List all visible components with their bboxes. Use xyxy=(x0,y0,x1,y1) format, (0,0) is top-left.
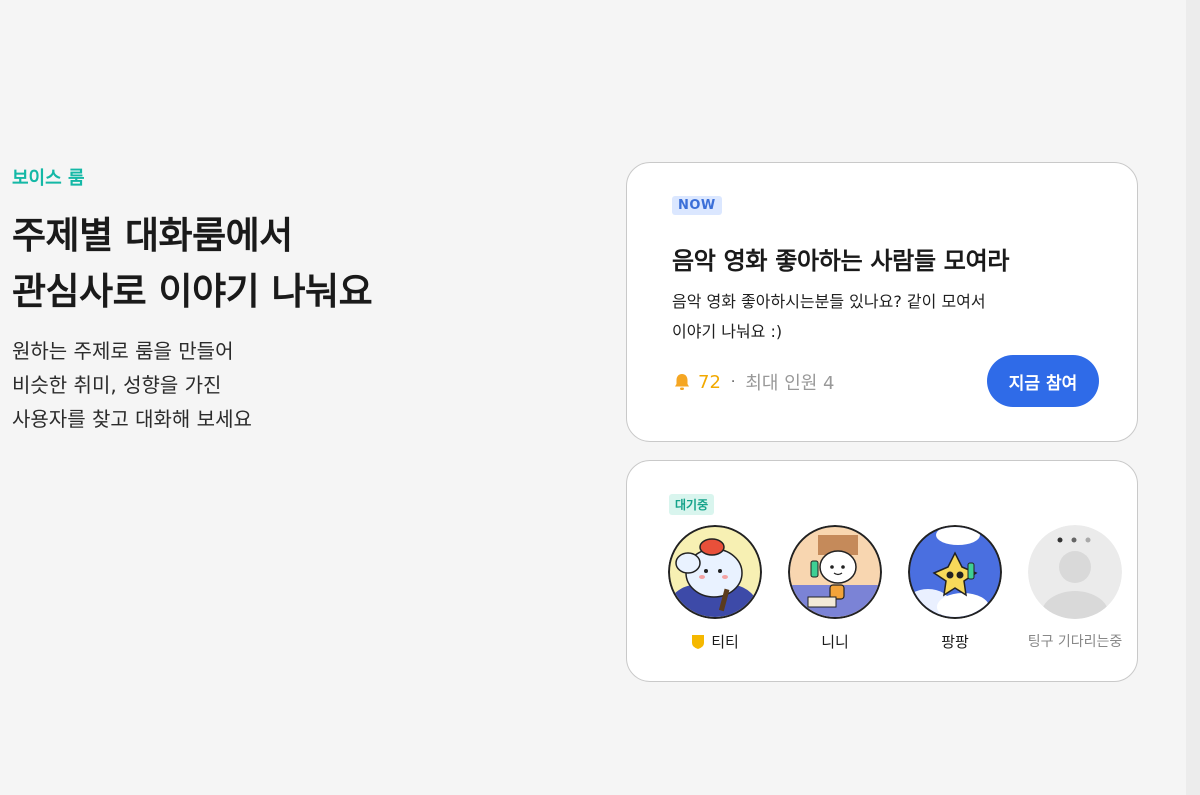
desc-line-3: 사용자를 찾고 대화해 보세요 xyxy=(12,407,252,431)
now-badge: NOW xyxy=(672,196,722,215)
waiting-user[interactable]: 니니 xyxy=(775,525,895,652)
listener-count: 72 xyxy=(698,371,721,393)
desc-line-1: 원하는 주제로 룸을 만들어 xyxy=(12,339,234,363)
bell-icon xyxy=(675,374,689,390)
host-shield-icon xyxy=(692,634,705,649)
avatar-nini xyxy=(788,525,882,619)
avatar-pangpang xyxy=(908,525,1002,619)
hero-section: 보이스 룸 주제별 대화룸에서 관심사로 이야기 나눠요 원하는 주제로 룸을 … xyxy=(12,166,532,436)
room-description: 음악 영화 좋아하시는분들 있나요? 같이 모여서 이야기 나눠요 :) xyxy=(672,287,1052,347)
room-title: 음악 영화 좋아하는 사람들 모여라 xyxy=(672,247,1010,275)
user-name-row: 티티 xyxy=(655,631,775,652)
room-desc-line-1: 음악 영화 좋아하시는분들 있나요? 같이 모여서 xyxy=(672,292,986,311)
user-name-row: 팅구 기다리는중 xyxy=(1015,631,1135,651)
user-name-row: 팡팡 xyxy=(895,631,1015,652)
section-eyebrow: 보이스 룸 xyxy=(12,168,85,189)
max-capacity: 최대 인원 4 xyxy=(745,373,835,394)
user-name-row: 니니 xyxy=(775,631,895,652)
hero-description: 원하는 주제로 룸을 만들어 비슷한 취미, 성향을 가진 사용자를 찾고 대화… xyxy=(12,334,532,436)
user-name: 팡팡 xyxy=(941,633,969,651)
waiting-user: 팅구 기다리는중 xyxy=(1015,525,1135,652)
room-card[interactable]: NOW 음악 영화 좋아하는 사람들 모여라 음악 영화 좋아하시는분들 있나요… xyxy=(626,162,1138,442)
join-now-button[interactable]: 지금 참여 xyxy=(987,355,1099,407)
waiting-label: 팅구 기다리는중 xyxy=(1027,634,1123,650)
waiting-user-list: 티티 니니 팡팡 팅구 기다리는중 xyxy=(655,525,1135,652)
room-meta: 72 · 최대 인원 4 xyxy=(672,369,835,395)
room-desc-line-2: 이야기 나눠요 :) xyxy=(672,322,783,341)
empty-avatar-placeholder xyxy=(1028,525,1122,619)
waiting-user[interactable]: 티티 xyxy=(655,525,775,652)
meta-separator: · xyxy=(730,374,736,390)
headline-line-1: 주제별 대화룸에서 xyxy=(12,214,293,257)
user-name: 니니 xyxy=(821,633,849,651)
page-headline: 주제별 대화룸에서 관심사로 이야기 나눠요 xyxy=(12,208,532,320)
desc-line-2: 비슷한 취미, 성향을 가진 xyxy=(12,373,222,397)
waiting-user[interactable]: 팡팡 xyxy=(895,525,1015,652)
waiting-card: 대기중 티티 니니 팡팡 팅구 기다리는중 xyxy=(626,460,1138,682)
waiting-badge: 대기중 xyxy=(669,494,715,515)
avatar-titi xyxy=(668,525,762,619)
headline-line-2: 관심사로 이야기 나눠요 xyxy=(12,270,373,313)
scrollbar-track xyxy=(1186,0,1200,795)
user-name: 티티 xyxy=(711,633,739,651)
